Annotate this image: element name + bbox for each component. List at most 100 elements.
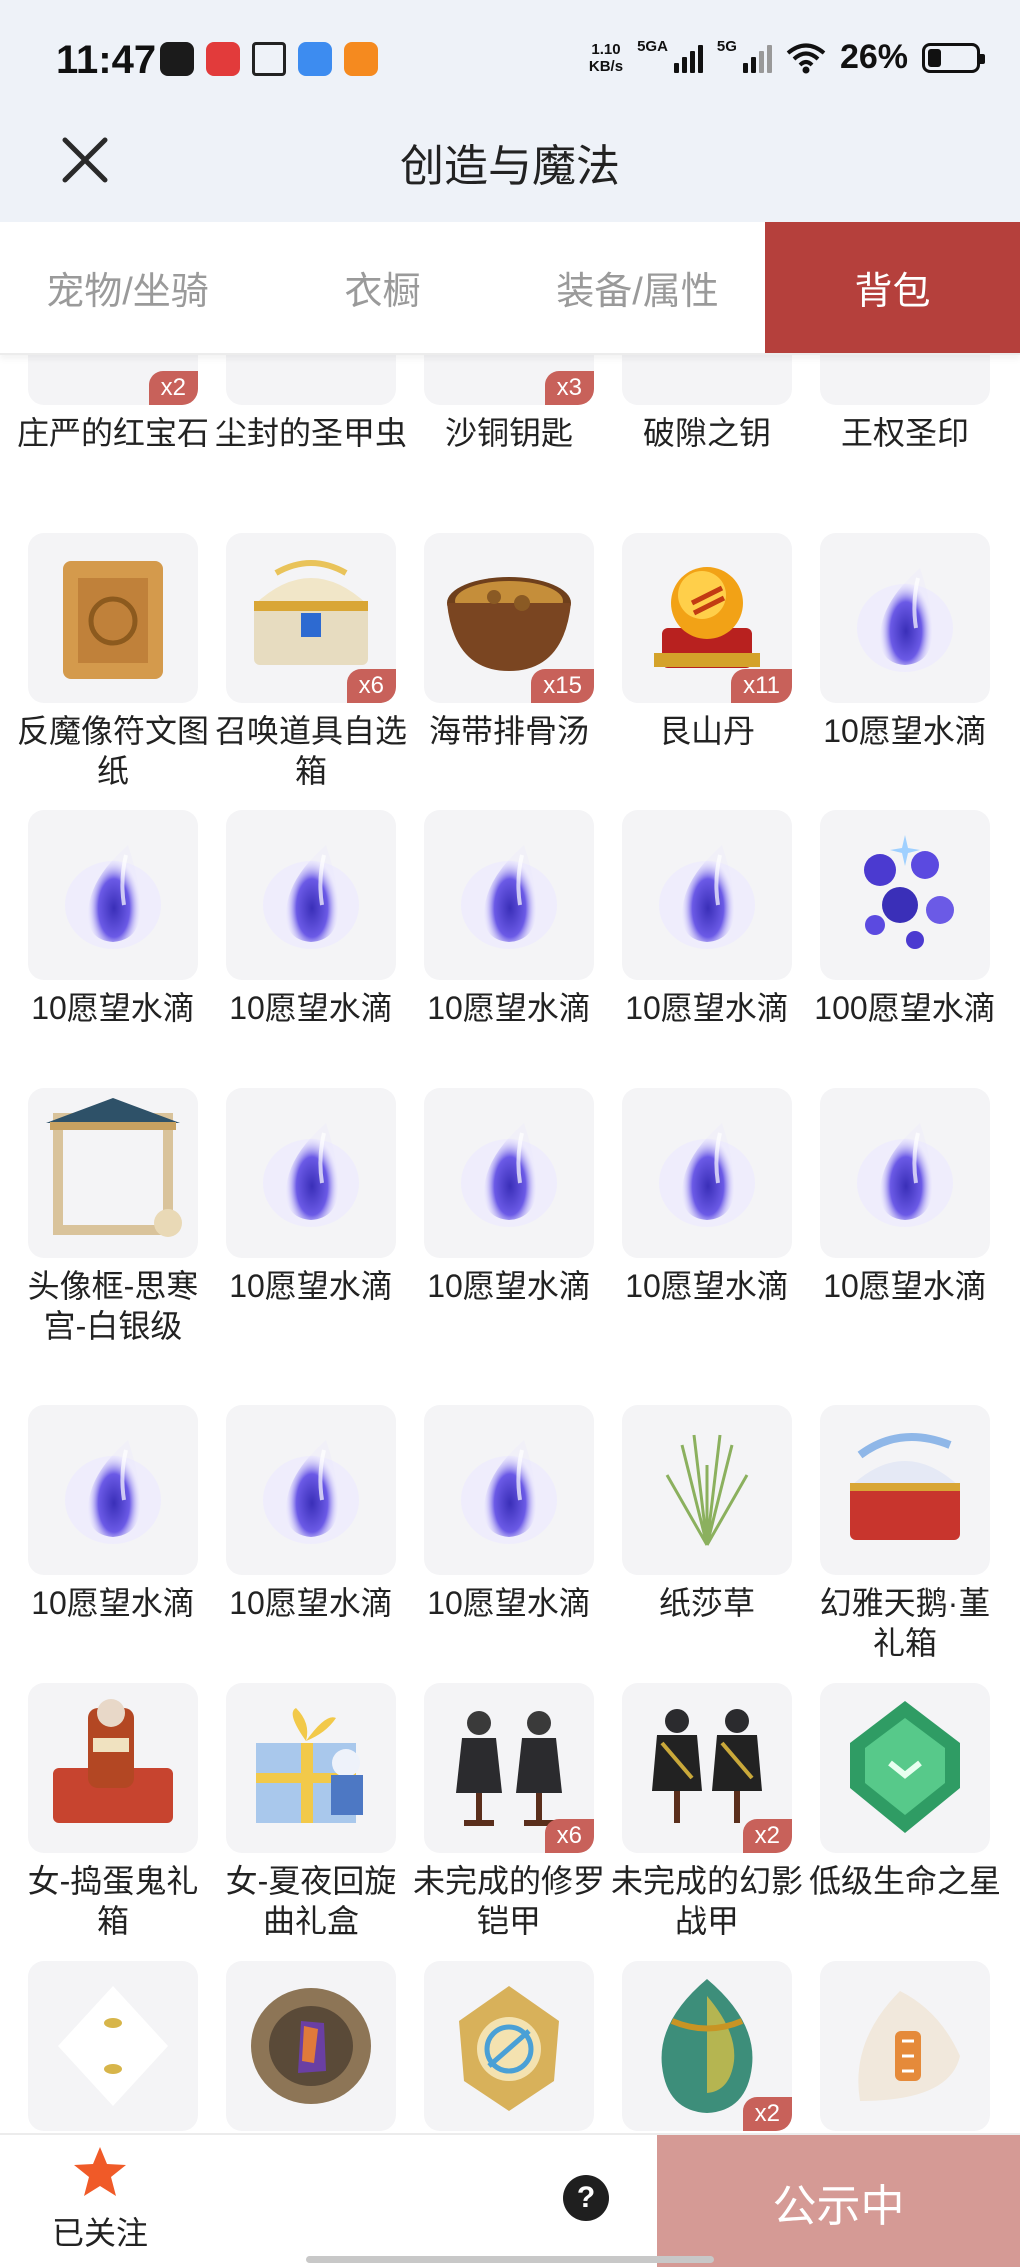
inventory-item[interactable]: 纸莎草 (622, 1405, 792, 1623)
inventory-item[interactable]: x3 沙铜钥匙 (424, 355, 594, 453)
item-name: 尘封的圣甲虫 (214, 415, 407, 451)
inventory-item[interactable] (820, 1961, 990, 2131)
signal-1-label: 5GA (637, 38, 668, 55)
inventory-item[interactable] (28, 1961, 198, 2131)
item-thumbnail (28, 533, 198, 703)
inventory-item[interactable]: 反魔像符文图纸 (17, 533, 209, 791)
item-thumbnail (28, 810, 198, 980)
status-bar: 11:47 1.10 KB/s 5GA 5G 26% (0, 0, 1020, 120)
item-thumbnail: x2 (622, 1683, 792, 1853)
status-time: 11:47 (56, 38, 157, 82)
inventory-item[interactable]: 王权圣印 (820, 355, 990, 453)
star-icon (74, 2147, 126, 2196)
inventory-item[interactable]: 女-捣蛋鬼礼箱 (28, 1683, 198, 1941)
inventory-item[interactable]: 10愿望水滴 (28, 810, 198, 1028)
item-name: 10愿望水滴 (427, 1268, 591, 1304)
inventory-item[interactable]: x2 庄严的红宝石 (17, 355, 209, 453)
wish-drop-icon (659, 1123, 755, 1227)
item-thumbnail (226, 1683, 396, 1853)
item-thumbnail (820, 1088, 990, 1258)
help-icon[interactable]: ? (563, 2175, 609, 2221)
inventory-item[interactable]: 10愿望水滴 (226, 1405, 396, 1623)
follow-button[interactable]: 已关注 (40, 2145, 160, 2254)
inventory-grid: x2 庄严的红宝石 尘封的圣甲虫 x3 沙铜钥匙 破隙之钥 王权圣印 反魔像符文图纸 x6 召唤道… (0, 355, 1020, 2133)
item-quantity-badge: x6 (544, 1819, 594, 1853)
inventory-item[interactable]: 10愿望水滴 (28, 1405, 198, 1623)
item-thumbnail (622, 810, 792, 980)
inventory-item[interactable]: 头像框-思寒宫-白银级 (28, 1088, 198, 1346)
inventory-item[interactable]: 10愿望水滴 (820, 1088, 990, 1306)
inventory-item[interactable]: 10愿望水滴 (424, 1405, 594, 1623)
item-name: 未完成的修罗铠甲 (412, 1863, 605, 1939)
battery-percent: 26% (839, 38, 908, 76)
cloud-app-icon (298, 42, 332, 76)
item-thumbnail (28, 1683, 198, 1853)
wish-drop-icon (65, 1440, 161, 1544)
green-gem-icon (850, 1701, 960, 1833)
battery-icon (922, 42, 985, 73)
inventory-item[interactable]: 10愿望水滴 (226, 810, 396, 1028)
item-thumbnail (622, 1088, 792, 1258)
item-name: 10愿望水滴 (823, 713, 987, 749)
shell-icon (858, 1991, 960, 2101)
item-name: 10愿望水滴 (427, 1585, 591, 1621)
inventory-item[interactable]: x6 召唤道具自选箱 (215, 533, 407, 791)
wish-drop-icon (857, 568, 953, 672)
item-name: 10愿望水滴 (625, 990, 789, 1026)
scroll-icon (63, 561, 163, 679)
inventory-item[interactable]: 100愿望水滴 (814, 810, 996, 1028)
item-thumbnail (28, 1405, 198, 1575)
item-name: 10愿望水滴 (823, 1268, 987, 1304)
inventory-item[interactable] (424, 1961, 594, 2131)
header: 创造与魔法 (0, 120, 1020, 222)
item-thumbnail: x11 (622, 533, 792, 703)
page-title: 创造与魔法 (400, 142, 620, 191)
inventory-item[interactable]: 10愿望水滴 (226, 1088, 396, 1306)
net-speed: 1.10 KB/s (589, 41, 623, 75)
follow-label: 已关注 (51, 2215, 148, 2251)
net-speed-unit: KB/s (588, 57, 624, 75)
tab-wardrobe[interactable]: 衣橱 (255, 222, 510, 353)
gift-chest-icon (850, 1433, 960, 1540)
wish-drop-icon (263, 1440, 359, 1544)
inventory-item[interactable]: 破隙之钥 (622, 355, 792, 453)
scarab-icon (226, 355, 396, 405)
inventory-item[interactable]: x15 海带排骨汤 (424, 533, 594, 751)
inventory-item[interactable]: 10愿望水滴 (622, 1088, 792, 1306)
inventory-item[interactable]: 女-夏夜回旋曲礼盒 (226, 1683, 396, 1941)
tab-equipment[interactable]: 装备/属性 (510, 222, 765, 353)
inventory-item[interactable] (226, 1961, 396, 2131)
inventory-item[interactable]: 低级生命之星 (809, 1683, 1001, 1901)
tab-pets-mounts[interactable]: 宠物/坐骑 (0, 222, 255, 353)
inventory-item[interactable]: 10愿望水滴 (424, 810, 594, 1028)
papyrus-icon (665, 1434, 749, 1546)
wish-drop-icon (263, 1123, 359, 1227)
wish-drop-icon (461, 1440, 557, 1544)
inventory-item[interactable]: 10愿望水滴 (424, 1088, 594, 1306)
gift-box-icon (256, 1708, 363, 1823)
video-app-icon (206, 42, 240, 76)
item-thumbnail (226, 355, 396, 405)
inventory-item[interactable]: 尘封的圣甲虫 (215, 355, 407, 453)
item-name: 庄严的红宝石 (16, 415, 209, 451)
avatar-frame-icon (46, 1098, 182, 1237)
item-name: 未完成的幻影战甲 (610, 1863, 803, 1939)
item-quantity-badge: x11 (731, 669, 792, 703)
item-name: 王权圣印 (840, 415, 969, 451)
inventory-item[interactable]: x2 未完成的幻影战甲 (611, 1683, 803, 1941)
inventory-item[interactable]: 10愿望水滴 (622, 810, 792, 1028)
inventory-item[interactable]: x6 未完成的修罗铠甲 (413, 1683, 605, 1941)
item-thumbnail: x3 (424, 355, 594, 405)
inventory-item[interactable]: x2 (622, 1961, 792, 2131)
wish-drop-icon (857, 1123, 953, 1227)
tab-backpack[interactable]: 背包 (765, 222, 1020, 353)
item-quantity-badge: x2 (742, 1819, 792, 1853)
item-quantity-badge: x2 (742, 2097, 792, 2131)
item-thumbnail (226, 1961, 396, 2131)
item-name: 女-捣蛋鬼礼箱 (27, 1863, 199, 1939)
public-status-button[interactable]: 公示中 (657, 2135, 1020, 2267)
inventory-item[interactable]: 10愿望水滴 (820, 533, 990, 751)
inventory-item[interactable]: x11 艮山丹 (622, 533, 792, 751)
item-name: 100愿望水滴 (814, 990, 996, 1026)
inventory-item[interactable]: 幻雅天鹅·堇礼箱 (820, 1405, 990, 1663)
